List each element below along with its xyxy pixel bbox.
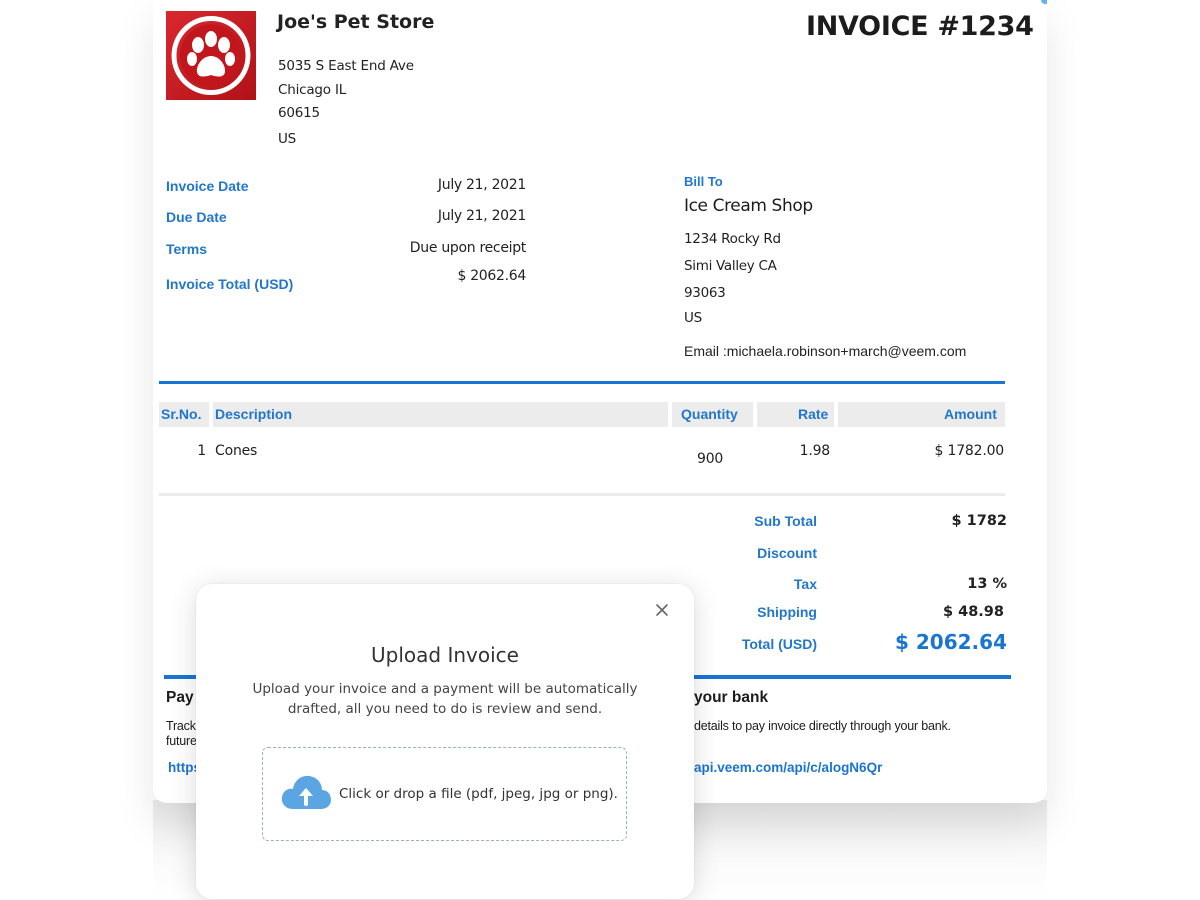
invoice-title: INVOICE #1234 bbox=[806, 11, 1034, 42]
corner-accent bbox=[1041, 0, 1047, 4]
bank-section-link[interactable]: api.veem.com/api/c/alogN6Qr bbox=[694, 760, 882, 775]
row-srno: 1 bbox=[197, 443, 206, 459]
column-header-rate: Rate bbox=[798, 406, 829, 422]
pay-section-desc-2: future bbox=[166, 734, 197, 748]
modal-description-line-2: drafted, all you need to do is review an… bbox=[287, 701, 603, 717]
bill-to-country: US bbox=[684, 310, 702, 326]
subtotal-label: Sub Total bbox=[754, 513, 817, 529]
modal-title: Upload Invoice bbox=[371, 643, 519, 667]
due-date-value: July 21, 2021 bbox=[437, 208, 526, 224]
bill-to-name: Ice Cream Shop bbox=[684, 196, 813, 216]
tax-value: 13 % bbox=[967, 576, 1007, 592]
cloud-upload-icon[interactable] bbox=[280, 773, 332, 811]
row-quantity: 900 bbox=[697, 451, 724, 467]
subtotal-value: $ 1782 bbox=[951, 513, 1008, 529]
invoice-date-value: July 21, 2021 bbox=[437, 177, 526, 193]
modal-description: Upload your invoice and a payment will b… bbox=[196, 679, 694, 719]
row-amount: $ 1782.00 bbox=[934, 443, 1005, 459]
section-divider bbox=[159, 381, 1005, 384]
row-rate: 1.98 bbox=[799, 443, 831, 459]
store-address-country: US bbox=[278, 131, 297, 147]
bank-section-title: your bank bbox=[694, 689, 769, 706]
grand-total-label: Total (USD) bbox=[741, 636, 817, 652]
paw-logo-icon bbox=[166, 11, 256, 100]
column-header-srno: Sr.No. bbox=[161, 406, 202, 422]
drop-zone-text[interactable]: Click or drop a file (pdf, jpeg, jpg or … bbox=[339, 786, 618, 802]
close-icon[interactable] bbox=[650, 598, 674, 622]
bill-to-street: 1234 Rocky Rd bbox=[684, 231, 781, 247]
bill-to-zip: 93063 bbox=[684, 285, 726, 301]
upload-invoice-modal bbox=[196, 584, 694, 899]
pay-section-desc-1: Track bbox=[166, 719, 196, 733]
terms-label: Terms bbox=[166, 241, 207, 257]
store-address-city: Chicago IL bbox=[278, 82, 347, 98]
tax-label: Tax bbox=[793, 576, 817, 592]
invoice-total-value: $ 2062.64 bbox=[457, 268, 526, 284]
due-date-label: Due Date bbox=[166, 209, 227, 225]
modal-description-line-1: Upload your invoice and a payment will b… bbox=[252, 681, 638, 697]
grand-total-value: $ 2062.64 bbox=[895, 630, 1007, 654]
bank-section-desc: details to pay invoice directly through … bbox=[694, 719, 951, 733]
column-header-amount: Amount bbox=[944, 406, 997, 422]
discount-label: Discount bbox=[757, 545, 817, 561]
terms-value: Due upon receipt bbox=[409, 240, 527, 256]
store-address-street: 5035 S East End Ave bbox=[278, 58, 414, 74]
bill-to-label: Bill To bbox=[684, 174, 723, 189]
store-name: Joe's Pet Store bbox=[277, 11, 435, 33]
row-description: Cones bbox=[215, 443, 258, 459]
store-address-zip: 60615 bbox=[278, 105, 320, 121]
table-divider bbox=[159, 493, 1005, 496]
column-header-quantity: Quantity bbox=[681, 406, 738, 422]
pay-section-title: Pay bbox=[166, 689, 194, 706]
bill-to-city: Simi Valley CA bbox=[684, 258, 777, 274]
shipping-value: $ 48.98 bbox=[942, 604, 1004, 620]
bill-to-email: Email :michaela.robinson+march@veem.com bbox=[684, 343, 967, 359]
invoice-date-label: Invoice Date bbox=[166, 178, 249, 194]
column-header-description: Description bbox=[215, 406, 293, 422]
invoice-total-label: Invoice Total (USD) bbox=[166, 276, 294, 292]
shipping-label: Shipping bbox=[757, 604, 817, 620]
